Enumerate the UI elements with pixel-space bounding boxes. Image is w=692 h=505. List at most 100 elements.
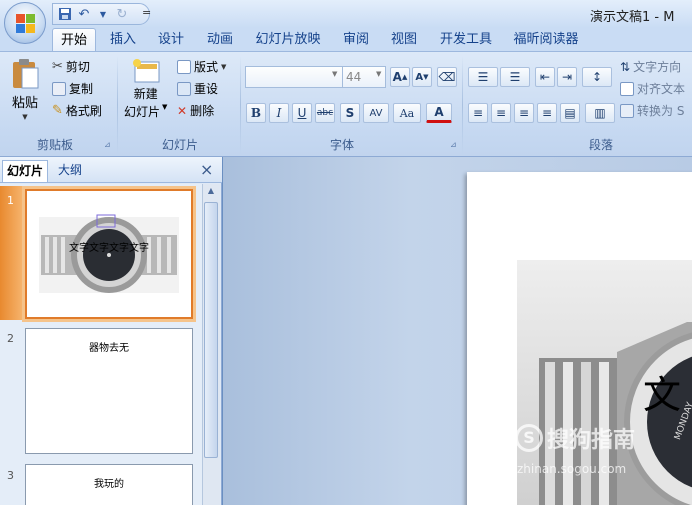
redo-icon[interactable]: ↻ [114, 6, 130, 22]
watermark-url: zhinan.sogou.com [517, 462, 627, 476]
chevron-down-icon[interactable]: ▼ [376, 70, 381, 78]
slide-number: 2 [7, 332, 14, 345]
paste-icon [13, 59, 39, 89]
watermark-text: 搜狗指南 [547, 428, 636, 453]
align-text-label: 对齐文本 [637, 82, 686, 96]
convert-smartart-button[interactable]: 转换为 S [620, 102, 684, 119]
text-direction-label: 文字方向 [633, 60, 682, 74]
new-slide-button[interactable]: 新建 幻灯片 ▼ [124, 58, 167, 120]
copy-label: 复制 [69, 82, 94, 96]
scissors-icon: ✂ [52, 59, 63, 74]
line-spacing-icon[interactable]: ↕ [582, 67, 612, 87]
chevron-down-icon[interactable]: ▼ [332, 70, 337, 78]
customize-toolbar-button[interactable]: = [142, 6, 151, 19]
tab-outline[interactable]: 大纲 [54, 160, 86, 182]
slide-number: 3 [7, 469, 14, 482]
align-right-icon[interactable]: ≡ [514, 103, 534, 123]
tab-review[interactable]: 审阅 [336, 28, 376, 52]
align-text-icon [620, 81, 634, 96]
text-direction-button[interactable]: ⇅ 文字方向 [620, 58, 681, 75]
clear-format-icon[interactable]: ⌫ [437, 67, 457, 87]
close-icon[interactable]: × [200, 160, 213, 179]
reset-button[interactable]: 重设 [177, 80, 218, 97]
font-name-combo[interactable] [245, 66, 343, 88]
save-icon[interactable] [57, 6, 73, 22]
scroll-thumb[interactable] [204, 202, 218, 458]
numbering-icon[interactable]: ☰ [500, 67, 530, 87]
undo-icon[interactable]: ↶ [76, 6, 92, 22]
clipboard-group-label: 剪贴板 [36, 138, 73, 152]
sogou-logo-icon: S [515, 424, 543, 452]
cut-button[interactable]: ✂ 剪切 [52, 58, 90, 75]
decrease-indent-icon[interactable]: ⇤ [535, 67, 555, 87]
convert-label: 转换为 S [637, 104, 685, 118]
tab-home[interactable]: 开始 [52, 28, 96, 52]
slide-title-text[interactable]: 文 [643, 364, 681, 419]
distributed-icon[interactable]: ▤ [560, 103, 580, 123]
dialog-launcher-icon[interactable]: ⊿ [104, 140, 111, 149]
dropdown-arrow-icon[interactable]: ▼ [95, 6, 111, 22]
delete-label: 删除 [190, 104, 215, 118]
delete-icon: ✕ [177, 103, 188, 118]
chevron-down-icon: ▼ [221, 62, 227, 71]
align-left-icon[interactable]: ≡ [468, 103, 488, 123]
italic-button[interactable]: I [269, 103, 289, 123]
chevron-down-icon: ▼ [22, 113, 28, 121]
paste-label: 粘贴 [11, 96, 38, 111]
font-group-label: 字体 [329, 138, 354, 152]
smartart-icon [620, 103, 634, 118]
delete-slide-button[interactable]: ✕ 删除 [177, 102, 214, 119]
justify-icon[interactable]: ≡ [537, 103, 557, 123]
tab-design[interactable]: 设计 [151, 28, 191, 52]
reset-label: 重设 [194, 82, 219, 96]
slide-thumbnail-3[interactable]: 我玩的 [25, 464, 193, 505]
align-text-button[interactable]: 对齐文本 [620, 80, 685, 97]
layout-button[interactable]: 版式 ▼ [177, 58, 226, 75]
bold-button[interactable]: B [246, 103, 266, 123]
increase-indent-icon[interactable]: ⇥ [557, 67, 577, 87]
grow-font-icon[interactable]: A ▲ [390, 67, 410, 87]
slide-thumbnail-1[interactable]: 文字文字文字文字 [25, 189, 193, 319]
layout-label: 版式 [194, 60, 219, 74]
copy-button[interactable]: 复制 [52, 80, 93, 97]
watch-image [517, 260, 692, 505]
tab-view[interactable]: 视图 [384, 28, 424, 52]
align-center-icon[interactable]: ≡ [491, 103, 511, 123]
watermark: S 搜狗指南 [515, 422, 635, 454]
dialog-launcher-icon[interactable]: ⊿ [450, 140, 457, 149]
tab-insert[interactable]: 插入 [103, 28, 143, 52]
paragraph-group-label: 段落 [588, 138, 613, 152]
group-separator [117, 56, 118, 154]
tab-developer[interactable]: 开发工具 [432, 28, 500, 52]
tab-animation[interactable]: 动画 [200, 28, 240, 52]
office-button[interactable] [4, 2, 46, 44]
shrink-font-icon[interactable]: A ▼ [412, 67, 432, 87]
cut-label: 剪切 [65, 60, 90, 74]
quick-access-toolbar: ↶ ▼ ↻ [52, 3, 150, 25]
shadow-button[interactable]: S [340, 103, 360, 123]
char-spacing-button[interactable]: AV [363, 103, 389, 123]
font-color-button[interactable]: A [426, 103, 452, 123]
underline-button[interactable]: U [292, 103, 312, 123]
watch-image [39, 214, 179, 293]
new-slide-icon [132, 59, 160, 83]
brush-icon: ✎ [52, 103, 63, 118]
paste-button[interactable]: 粘贴 ▼ [10, 58, 40, 121]
current-slide[interactable]: 文 MONDAY S 搜狗指南 zhinan.sogou.com [467, 172, 692, 505]
tab-slideshow[interactable]: 幻灯片放映 [248, 28, 328, 52]
slide-1-title: 文字文字文字文字 [69, 243, 149, 254]
slide-thumbnail-2[interactable]: 器物去无 [25, 328, 193, 454]
strikethrough-button[interactable]: abc [315, 103, 335, 123]
format-painter-button[interactable]: ✎ 格式刷 [52, 102, 102, 119]
tab-foxit-reader[interactable]: 福昕阅读器 [506, 28, 586, 52]
bullets-icon[interactable]: ☰ [468, 67, 498, 87]
slides-group-label: 幻灯片 [161, 138, 198, 152]
change-case-button[interactable]: Aa [393, 103, 421, 123]
window-title: 演示文稿1 - M [590, 10, 675, 25]
columns-icon[interactable]: ▥ [585, 103, 615, 123]
scroll-up-icon[interactable]: ▲ [204, 186, 218, 200]
group-separator [240, 56, 241, 154]
tab-slides[interactable]: 幻灯片 [2, 160, 49, 182]
new-slide-label-2: 幻灯片 [124, 105, 161, 119]
group-separator [462, 56, 463, 154]
